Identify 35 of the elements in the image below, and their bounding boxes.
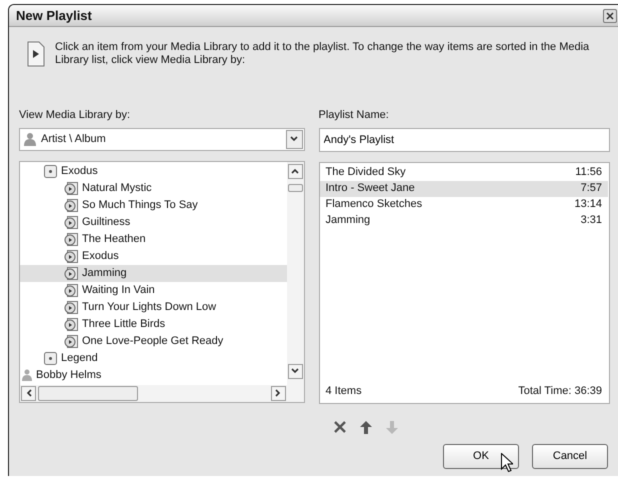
total-time: Total Time: 36:39 (518, 384, 602, 399)
track-duration: 13:14 (574, 197, 602, 212)
window-title: New Playlist (16, 6, 92, 25)
tree-item[interactable]: Exodus (20, 162, 286, 180)
tree-item[interactable]: Turn Your Lights Down Low (20, 298, 286, 316)
tree-item[interactable]: Waiting In Vain (20, 282, 286, 298)
library-view-label: View Media Library by: (19, 108, 132, 123)
tree-item[interactable]: Three Little Birds (20, 316, 286, 332)
tree-item[interactable]: One Love-People Get Ready (20, 332, 286, 350)
track-title: Jamming (326, 213, 370, 228)
track-title: Intro - Sweet Jane (326, 181, 415, 196)
tree-item[interactable]: The Heathen (20, 230, 286, 248)
tree-item[interactable]: Exodus (20, 248, 286, 264)
view-by-dropdown[interactable]: Artist \ Album (19, 128, 304, 150)
tree-item[interactable]: Jamming (20, 264, 286, 282)
tree-item[interactable]: Guiltiness (20, 214, 286, 230)
tree-item[interactable]: Natural Mystic (20, 180, 286, 196)
tree-item[interactable]: Bobby Helms (20, 366, 286, 384)
tree-item[interactable]: So Much Things To Say (20, 196, 286, 214)
playlist-item[interactable]: The Divided Sky 11:56 (326, 164, 608, 180)
track-title: The Divided Sky (326, 165, 406, 180)
playlist-item[interactable]: Flamenco Sketches 13:14 (326, 196, 608, 212)
instruction-text: Click an item from your Media Library to add it to the playlist. To change the way items are sorted in the Media Library list, click view Media Library by: (55, 41, 590, 68)
playlist-item[interactable]: Intro - Sweet Jane 7:57 (320, 180, 608, 196)
item-count: 4 Items (326, 384, 362, 399)
playlist-item[interactable]: Jamming 3:31 (326, 212, 608, 228)
track-duration: 7:57 (580, 181, 602, 196)
playlist-name-field[interactable]: Andy's Playlist (318, 128, 610, 152)
playlist-name-label: Playlist Name: (318, 108, 390, 123)
cancel-button[interactable]: Cancel (532, 444, 608, 468)
tree-item[interactable]: Legend (20, 350, 286, 366)
track-duration: 3:31 (580, 213, 602, 228)
track-title: Flamenco Sketches (326, 197, 422, 212)
track-duration: 11:56 (575, 165, 602, 180)
ok-button[interactable]: OK (443, 444, 519, 468)
